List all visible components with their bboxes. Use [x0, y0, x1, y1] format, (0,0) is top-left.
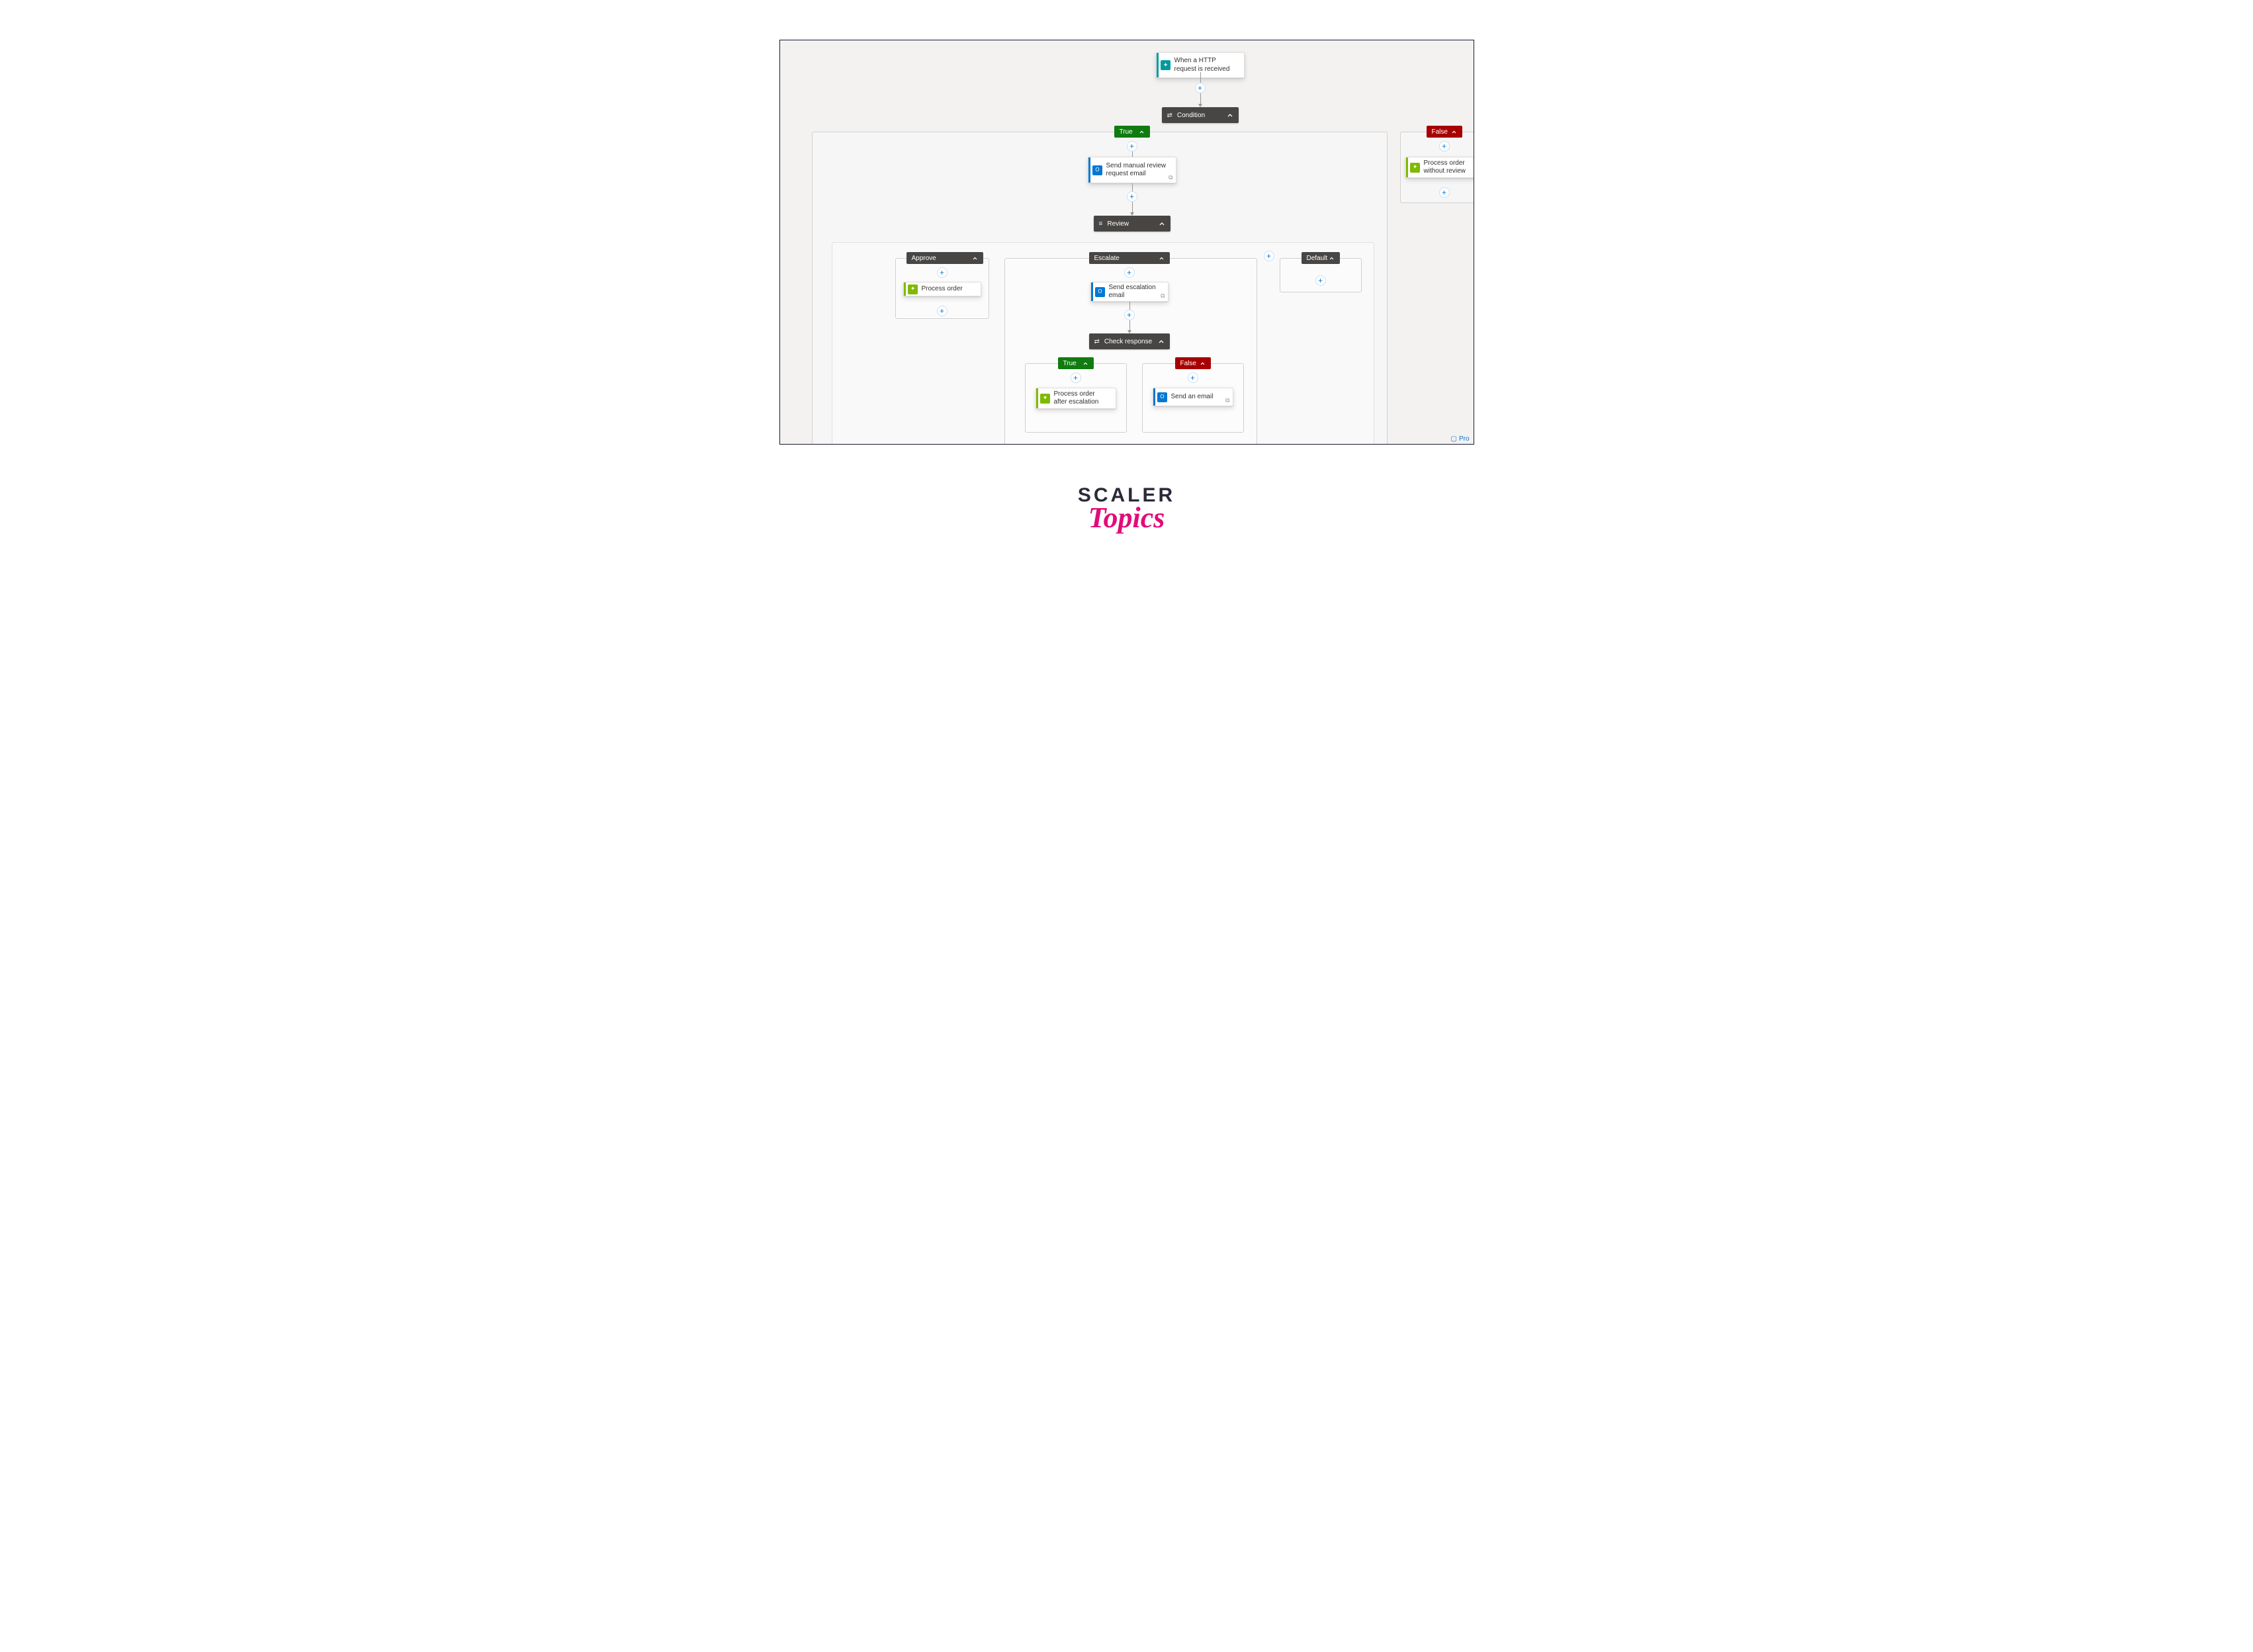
pro-icon: ▢ — [1450, 435, 1456, 443]
check-true-pill[interactable]: True — [1058, 357, 1094, 369]
chevron-up-icon — [1200, 361, 1206, 367]
add-step-button[interactable]: + — [1315, 275, 1326, 286]
escalate-pill[interactable]: Escalate — [1089, 252, 1170, 264]
http-icon: ✦ — [1159, 58, 1173, 73]
true-pill[interactable]: True — [1114, 126, 1150, 138]
check-false-pill-label: False — [1180, 360, 1196, 367]
action-send-manual-review-email[interactable]: O Send manual review request email ⧉ — [1088, 157, 1176, 183]
default-pill-label: Default — [1307, 255, 1328, 262]
action-label: Send manual review request email — [1105, 158, 1176, 183]
add-step-button[interactable]: + — [1439, 141, 1450, 152]
action-send-an-email[interactable]: O Send an email ⧉ — [1153, 388, 1233, 406]
function-icon: ✦ — [906, 282, 920, 297]
connector-line — [1129, 302, 1130, 310]
check-response-label: Check response — [1104, 338, 1152, 345]
check-true-pill-label: True — [1063, 360, 1077, 367]
action-send-escalation-email[interactable]: O Send escalation email ⧉ — [1090, 282, 1169, 302]
default-pill[interactable]: Default — [1302, 252, 1340, 264]
add-step-button[interactable]: + — [1188, 372, 1198, 383]
add-case-button[interactable]: + — [1264, 251, 1274, 261]
condition-icon: ⇄ — [1167, 112, 1172, 119]
action-process-order[interactable]: ✦ Process order — [903, 282, 981, 296]
action-label: Send escalation email — [1108, 280, 1168, 304]
logic-app-canvas: ✦ When a HTTP request is received + ⇄ Co… — [780, 40, 1474, 444]
switch-icon: ≡ — [1099, 220, 1103, 228]
link-icon: ⧉ — [1225, 397, 1229, 404]
review-switch-bar[interactable]: ≡ Review — [1094, 216, 1171, 232]
false-pill[interactable]: False — [1427, 126, 1462, 138]
chevron-up-icon — [1329, 255, 1335, 261]
add-step-button[interactable]: + — [1124, 267, 1135, 278]
review-label: Review — [1107, 220, 1129, 228]
brand-logo: SCALER Topics — [1078, 484, 1175, 535]
add-step-button[interactable]: + — [1127, 141, 1137, 152]
approve-pill-label: Approve — [912, 255, 936, 262]
action-label: Send an email — [1170, 389, 1233, 406]
chevron-up-icon — [972, 255, 978, 261]
chevron-up-icon — [1158, 338, 1165, 345]
approve-pill[interactable]: Approve — [906, 252, 983, 264]
link-icon: ⧉ — [1169, 174, 1172, 181]
chevron-up-icon — [1451, 129, 1457, 135]
check-response-bar[interactable]: ⇄ Check response — [1089, 333, 1170, 349]
outlook-icon: O — [1090, 163, 1105, 178]
add-step-button[interactable]: + — [937, 267, 948, 278]
check-false-pill[interactable]: False — [1175, 357, 1211, 369]
connector-line — [1132, 183, 1133, 191]
chevron-up-icon — [1139, 129, 1145, 135]
chevron-up-icon — [1082, 361, 1088, 367]
function-icon: ✦ — [1038, 391, 1053, 406]
add-step-button[interactable]: + — [1127, 191, 1137, 202]
outlook-icon: O — [1155, 390, 1170, 405]
false-pill-label: False — [1432, 128, 1448, 136]
condition-label: Condition — [1177, 112, 1205, 119]
diagram-frame: ✦ When a HTTP request is received + ⇄ Co… — [779, 40, 1474, 445]
action-label: Process order — [920, 281, 981, 298]
condition-icon: ⇄ — [1094, 338, 1100, 345]
add-step-button[interactable]: + — [937, 306, 948, 316]
outlook-icon: O — [1093, 284, 1108, 300]
add-step-button[interactable]: + — [1071, 372, 1081, 383]
chevron-up-icon — [1159, 255, 1165, 261]
chevron-up-icon — [1227, 112, 1233, 118]
add-step-button[interactable]: + — [1439, 187, 1450, 198]
link-icon: ⧉ — [1161, 292, 1165, 300]
connector-line — [1200, 72, 1201, 83]
chevron-up-icon — [1159, 220, 1165, 227]
trigger-label: When a HTTP request is received — [1173, 53, 1244, 77]
add-step-button[interactable]: + — [1124, 310, 1135, 320]
true-pill-label: True — [1120, 128, 1133, 136]
action-label: Process order after escalation — [1053, 386, 1116, 411]
add-step-button[interactable]: + — [1195, 83, 1206, 93]
action-process-order-without-review[interactable]: ✦ Process order without review — [1405, 157, 1474, 178]
pro-label: Pro — [1459, 435, 1470, 443]
footer-pro-badge: ▢ Pro — [1450, 435, 1469, 443]
brand-line2: Topics — [1078, 501, 1175, 535]
escalate-pill-label: Escalate — [1094, 255, 1120, 262]
action-process-order-after-escalation[interactable]: ✦ Process order after escalation — [1036, 388, 1116, 409]
action-label: Process order without review — [1423, 155, 1474, 180]
connector-line — [1132, 152, 1133, 157]
condition-bar[interactable]: ⇄ Condition — [1162, 107, 1239, 123]
function-icon: ✦ — [1408, 160, 1423, 175]
